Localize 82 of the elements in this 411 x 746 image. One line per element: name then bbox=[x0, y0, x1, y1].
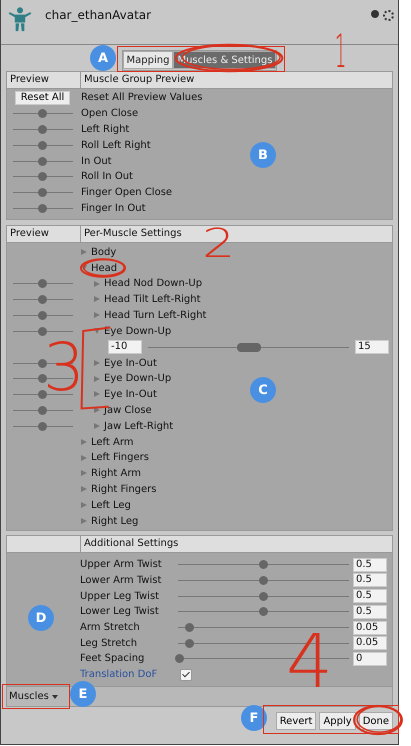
expand-arrow-icon[interactable] bbox=[94, 376, 100, 382]
value-field[interactable]: 0.5 bbox=[353, 573, 387, 588]
collapse-arrow-icon[interactable] bbox=[94, 328, 100, 334]
section-header: Additional Settings bbox=[83, 536, 178, 551]
setting-label: Upper Arm Twist bbox=[80, 559, 163, 570]
tree-item[interactable]: Left Leg bbox=[91, 500, 131, 511]
reset-all-button[interactable]: Reset All bbox=[14, 90, 70, 105]
row-label: Open Close bbox=[80, 108, 138, 120]
expand-arrow-icon[interactable] bbox=[81, 454, 87, 461]
value-field[interactable]: 0.05 bbox=[353, 620, 387, 635]
setting-label: Upper Leg Twist bbox=[80, 590, 160, 602]
row-label: Finger In Out bbox=[80, 202, 146, 214]
handwritten-number: 2 bbox=[202, 224, 236, 264]
column-header: Preview bbox=[7, 72, 81, 88]
tree-item[interactable]: Eye In-Out bbox=[104, 358, 157, 369]
expand-arrow-icon[interactable] bbox=[94, 296, 100, 302]
expand-arrow-icon[interactable] bbox=[81, 518, 87, 524]
tree-item[interactable]: Eye In-Out bbox=[104, 389, 157, 400]
highlight-box bbox=[2, 684, 70, 709]
row-label: Reset All Preview Values bbox=[80, 92, 202, 104]
column-header: Per-Muscle Settings bbox=[83, 227, 182, 242]
muscles-dropdown[interactable]: Muscles bbox=[7, 691, 60, 702]
value-field[interactable]: 0.5 bbox=[353, 589, 387, 604]
tree-item[interactable]: Body bbox=[91, 246, 116, 258]
expand-arrow-icon[interactable] bbox=[94, 360, 100, 366]
expand-arrow-icon[interactable] bbox=[94, 280, 100, 287]
expand-arrow-icon[interactable] bbox=[81, 470, 87, 476]
row-label: Roll In Out bbox=[80, 171, 133, 182]
tree-item[interactable]: Eye Down-Up bbox=[104, 373, 172, 384]
row-label: Roll Left Right bbox=[80, 140, 151, 151]
scribble-circle bbox=[79, 258, 127, 278]
footer-button[interactable]: Apply bbox=[319, 712, 356, 730]
setting-label: Lower Arm Twist bbox=[80, 574, 162, 586]
expand-arrow-icon[interactable] bbox=[94, 391, 100, 398]
row-label: Left Right bbox=[80, 124, 130, 135]
value-field[interactable]: 0.5 bbox=[353, 558, 387, 572]
setting-label: Lower Leg Twist bbox=[80, 606, 160, 618]
handwritten-number: 3 bbox=[43, 335, 85, 401]
setting-label: Leg Stretch bbox=[80, 638, 138, 649]
expand-arrow-icon[interactable] bbox=[94, 423, 100, 429]
min-value-field[interactable]: -10 bbox=[108, 340, 142, 354]
expand-arrow-icon[interactable] bbox=[81, 486, 87, 492]
column-header: Muscle Group Preview bbox=[83, 73, 194, 87]
expand-arrow-icon[interactable] bbox=[81, 502, 87, 508]
handwritten-number: 1 bbox=[334, 28, 346, 74]
max-value-field[interactable]: 15 bbox=[355, 340, 389, 354]
handwritten-number: 4 bbox=[286, 625, 334, 699]
footer-button[interactable]: Revert bbox=[276, 712, 316, 730]
checked-checkbox[interactable] bbox=[180, 668, 192, 681]
callout-marker: F bbox=[241, 705, 267, 731]
setting-label: Translation DoF bbox=[80, 669, 158, 680]
tree-item[interactable]: Head Turn Left-Right bbox=[104, 310, 206, 321]
expand-arrow-icon[interactable] bbox=[81, 249, 87, 256]
column-header: Preview bbox=[7, 226, 81, 242]
value-field[interactable]: 0.5 bbox=[353, 604, 387, 619]
row-label: Finger Open Close bbox=[80, 187, 172, 198]
tree-item[interactable]: Right Arm bbox=[91, 468, 142, 480]
tree-item[interactable]: Right Fingers bbox=[91, 484, 156, 495]
tree-item[interactable]: Head Tilt Left-Right bbox=[104, 294, 201, 306]
settings-icon[interactable] bbox=[383, 10, 394, 21]
tree-item[interactable]: Head Nod Down-Up bbox=[104, 278, 202, 290]
tree-item[interactable]: Left Fingers bbox=[91, 452, 149, 464]
tree-item[interactable]: Right Leg bbox=[91, 516, 138, 527]
setting-label: Feet Spacing bbox=[80, 653, 146, 664]
window-title: char_ethanAvatar bbox=[45, 8, 152, 22]
humanoid-icon bbox=[7, 6, 33, 32]
footer-button[interactable]: Done bbox=[358, 712, 393, 730]
collapse-arrow-icon[interactable] bbox=[81, 264, 87, 271]
setting-label: Arm Stretch bbox=[80, 622, 141, 634]
tab[interactable]: Mapping bbox=[122, 51, 174, 69]
scribble-circle bbox=[352, 704, 404, 736]
caret-icon bbox=[52, 694, 58, 699]
value-field[interactable]: 0 bbox=[353, 652, 387, 666]
expand-arrow-icon[interactable] bbox=[81, 438, 87, 445]
callout-marker: A bbox=[90, 45, 116, 71]
tree-item[interactable]: Jaw Close bbox=[104, 404, 152, 416]
tree-item[interactable]: Left Arm bbox=[91, 436, 134, 448]
expand-arrow-icon[interactable] bbox=[94, 312, 100, 318]
tree-item[interactable]: Jaw Left-Right bbox=[104, 420, 174, 432]
expand-arrow-icon[interactable] bbox=[94, 407, 100, 414]
value-field[interactable]: 0.05 bbox=[353, 636, 387, 650]
row-label: In Out bbox=[80, 156, 112, 167]
